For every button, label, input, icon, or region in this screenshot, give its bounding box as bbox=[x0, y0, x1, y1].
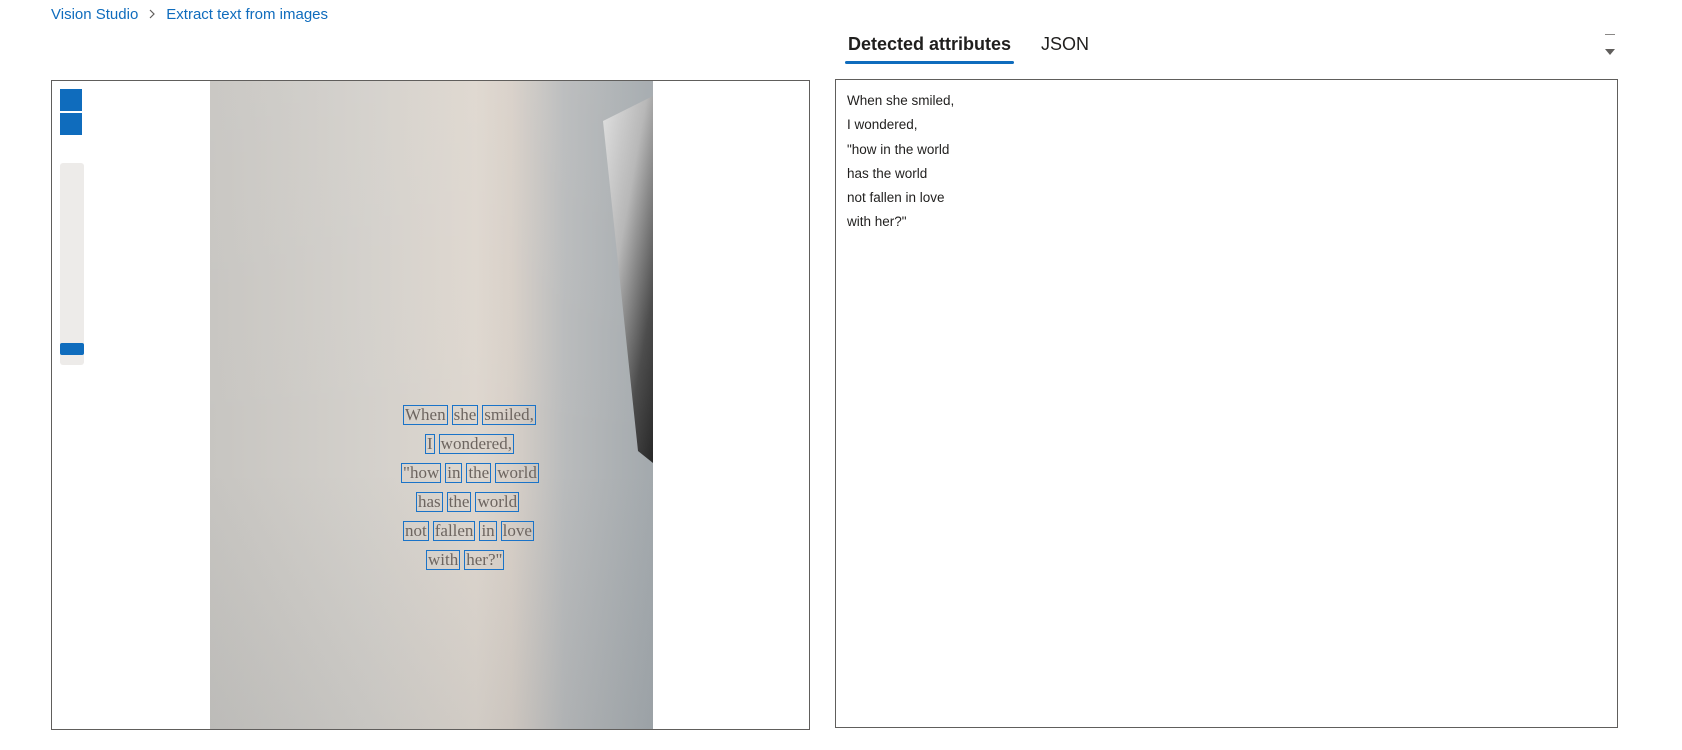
ocr-word-box[interactable]: has bbox=[416, 492, 443, 512]
ocr-line: with her?" bbox=[426, 550, 505, 570]
result-line: When she smiled, bbox=[847, 93, 955, 108]
ocr-word-box[interactable]: wondered, bbox=[438, 434, 514, 454]
ocr-line: "how in the world bbox=[401, 463, 539, 483]
ocr-word-box[interactable]: her?" bbox=[464, 550, 505, 570]
ocr-word-box[interactable]: I bbox=[425, 434, 435, 454]
ocr-word-box[interactable]: fallen bbox=[432, 521, 476, 541]
zoom-out-button[interactable] bbox=[60, 113, 82, 135]
ocr-word-box[interactable]: world bbox=[475, 492, 520, 512]
result-line: with her?" bbox=[847, 214, 907, 230]
result-line: I wondered, bbox=[847, 117, 918, 133]
ocr-line: has the world bbox=[416, 492, 520, 512]
ocr-word-box[interactable]: the bbox=[466, 463, 492, 483]
ocr-word-box[interactable]: she bbox=[451, 405, 479, 425]
ocr-word-box[interactable]: in bbox=[479, 521, 497, 541]
breadcrumb: Vision Studio Extract text from images bbox=[51, 6, 328, 23]
uploaded-image: When she smiled, Iwondered, "how in the world ha… bbox=[210, 81, 653, 729]
tab-detected-attributes[interactable]: Detected attributes bbox=[845, 30, 1015, 64]
zoom-slider-track[interactable] bbox=[60, 163, 84, 365]
detected-text-panel: When she smiled, I wondered, "how in the… bbox=[835, 79, 1618, 728]
ocr-word-box[interactable]: When bbox=[403, 405, 448, 425]
chevron-down-icon bbox=[1605, 49, 1615, 55]
breadcrumb-vision-studio-link[interactable]: Vision Studio bbox=[51, 6, 138, 23]
ocr-word-box[interactable]: smiled, bbox=[482, 405, 536, 425]
ocr-word-box[interactable]: in bbox=[445, 463, 463, 483]
zoom-in-button[interactable] bbox=[60, 89, 82, 111]
ocr-line: Iwondered, bbox=[425, 434, 514, 454]
ocr-word-box[interactable]: love bbox=[500, 521, 534, 541]
ocr-word-box[interactable]: world bbox=[495, 463, 539, 483]
zoom-controls bbox=[60, 89, 84, 365]
chevron-right-icon bbox=[148, 7, 156, 22]
ocr-word-box[interactable]: with bbox=[426, 550, 461, 570]
ocr-word-box[interactable]: "how bbox=[401, 463, 442, 483]
tab-json[interactable]: JSON bbox=[1038, 30, 1092, 64]
ocr-word-box[interactable]: the bbox=[446, 492, 472, 512]
panel-scroll-control[interactable] bbox=[1603, 30, 1617, 64]
result-line: "how in the world bbox=[847, 141, 950, 157]
breadcrumb-current-link[interactable]: Extract text from images bbox=[166, 6, 328, 23]
result-tabs: Detected attributes JSON bbox=[845, 30, 1116, 64]
ocr-line: When she smiled, bbox=[403, 405, 536, 425]
ocr-word-box[interactable]: not bbox=[403, 521, 429, 541]
ocr-overlay: When she smiled, Iwondered, "how in the world ha… bbox=[210, 81, 653, 729]
result-line: not fallen in love bbox=[847, 190, 945, 206]
result-line: has the world bbox=[847, 165, 928, 181]
zoom-slider-thumb[interactable] bbox=[60, 343, 84, 355]
ocr-line: not fallen in love bbox=[403, 521, 534, 541]
image-viewer: When she smiled, Iwondered, "how in the world ha… bbox=[51, 80, 810, 730]
